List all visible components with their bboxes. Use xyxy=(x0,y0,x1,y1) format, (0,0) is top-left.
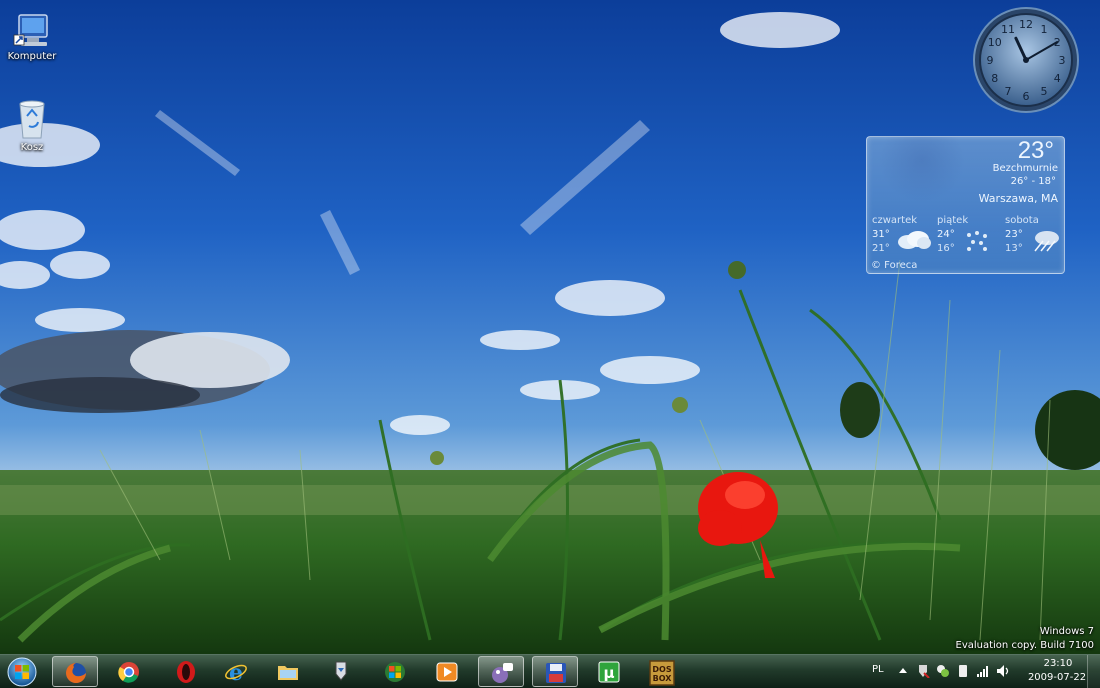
clock-number: 11 xyxy=(1001,23,1015,36)
desktop-icon-label: Kosz xyxy=(20,142,44,153)
show-hidden-icons-icon[interactable] xyxy=(898,664,908,678)
weather-condition: Bezchmurnie xyxy=(992,163,1058,174)
storm-icon xyxy=(1034,231,1059,252)
clock-gadget[interactable]: 121234567891011 xyxy=(972,6,1080,114)
forecast-low: 21° xyxy=(872,243,890,254)
taskbar-button-internet-explorer[interactable]: e xyxy=(213,656,259,687)
system-tray: PL 23:10 2009-07-22 xyxy=(862,655,1100,688)
svg-text:µ: µ xyxy=(603,664,614,682)
weather-range: 26° - 18° xyxy=(1010,176,1056,187)
weather-temperature: 23° xyxy=(1017,137,1054,164)
forecast-day-name: sobota xyxy=(1005,215,1039,226)
dosbox-icon: DOS BOX xyxy=(649,660,675,686)
clock-number: 7 xyxy=(1005,85,1012,98)
clock-number: 8 xyxy=(991,72,998,85)
weather-city: Warszawa, MA xyxy=(978,192,1058,205)
clock-number: 10 xyxy=(988,36,1002,49)
desktop-icon-recycle-bin[interactable]: Kosz xyxy=(4,98,60,153)
taskbar-button-utorrent[interactable]: µ xyxy=(586,656,632,687)
taskbar: e µ DOS BOX PL 23:10 2009-07-22 xyxy=(0,654,1100,688)
tray-clock-date[interactable]: 2009-07-22 xyxy=(1025,672,1089,683)
clock-number: 4 xyxy=(1054,72,1061,85)
taskbar-button-media-center[interactable] xyxy=(372,656,418,687)
tray-clock-time[interactable]: 23:10 xyxy=(1028,658,1088,669)
forecast-day-name: czwartek xyxy=(872,215,918,226)
forecast-high: 31° xyxy=(872,229,890,240)
forecast-low: 13° xyxy=(1005,243,1023,254)
download-icon xyxy=(335,661,347,681)
weather-gadget[interactable]: 23° Bezchmurnie 26° - 18° Warszawa, MA c… xyxy=(866,136,1065,274)
forecast-high: 23° xyxy=(1005,229,1023,240)
folder-icon xyxy=(278,666,298,680)
clock-number: 9 xyxy=(987,54,994,67)
weather-sun-icon xyxy=(879,137,965,203)
forecast-day-name: piątek xyxy=(937,215,969,226)
firefox-icon xyxy=(66,663,86,683)
taskbar-button-chrome[interactable] xyxy=(106,656,152,687)
taskbar-button-explorer[interactable] xyxy=(265,656,311,687)
security-shield-icon[interactable] xyxy=(916,664,930,678)
taskbar-button-opera[interactable] xyxy=(163,656,209,687)
forecast-high: 24° xyxy=(937,229,955,240)
device-icon[interactable] xyxy=(956,664,970,678)
clock-number: 6 xyxy=(1023,90,1030,103)
watermark-os: Windows 7 xyxy=(1039,626,1094,637)
taskbar-button-media-player[interactable] xyxy=(424,656,470,687)
recycle-bin-icon xyxy=(19,100,45,139)
desktop-icon-label: Komputer xyxy=(7,51,57,62)
svg-text:e: e xyxy=(229,660,243,684)
opera-icon xyxy=(177,661,195,683)
rain-icon xyxy=(967,231,987,251)
clock-number: 5 xyxy=(1041,85,1048,98)
taskbar-button-firefox[interactable] xyxy=(52,656,98,687)
media-player-icon xyxy=(436,662,458,682)
network-status-icon[interactable] xyxy=(936,664,950,678)
chrome-icon xyxy=(118,662,139,683)
forecast-low: 16° xyxy=(937,243,955,254)
taskbar-button-save-app[interactable] xyxy=(532,656,578,687)
media-center-icon xyxy=(385,662,405,682)
signal-strength-icon[interactable] xyxy=(976,664,990,678)
svg-text:BOX: BOX xyxy=(653,674,673,683)
forecast-day: piątek 24° 16° xyxy=(937,215,1001,254)
svg-text:DOS: DOS xyxy=(652,665,671,674)
cloudy-icon xyxy=(898,231,931,249)
utorrent-icon: µ xyxy=(598,661,620,683)
forecast-day: sobota 23° 13° xyxy=(1005,215,1064,254)
taskbar-button-dosbox[interactable]: DOS BOX xyxy=(638,656,684,687)
pidgin-icon xyxy=(492,663,513,683)
taskbar-button-pidgin[interactable] xyxy=(478,656,524,687)
watermark-build: Evaluation copy. Build 7100 xyxy=(955,640,1095,651)
volume-icon[interactable] xyxy=(996,664,1012,678)
language-indicator[interactable]: PL xyxy=(872,664,884,675)
start-button[interactable] xyxy=(4,656,40,687)
clock-number: 12 xyxy=(1019,18,1033,31)
computer-icon xyxy=(13,14,48,46)
taskbar-button-download-manager[interactable] xyxy=(318,656,364,687)
internet-explorer-icon: e xyxy=(225,660,247,684)
wallpaper xyxy=(0,0,1100,654)
weather-source: © Foreca xyxy=(871,260,918,271)
forecast-day: czwartek 31° 21° xyxy=(872,215,936,254)
floppy-icon xyxy=(546,663,566,683)
clock-number: 3 xyxy=(1059,54,1066,67)
show-desktop-button[interactable] xyxy=(1087,655,1100,688)
desktop-icon-computer[interactable]: Komputer xyxy=(4,13,60,62)
clock-face-icon: 121234567891011 xyxy=(973,7,1079,113)
build-watermark: Windows 7 Evaluation copy. Build 7100 xyxy=(956,625,1095,653)
clock-number: 1 xyxy=(1041,23,1048,36)
desktop: Komputer Kosz 121234567891011 2 xyxy=(0,0,1100,654)
